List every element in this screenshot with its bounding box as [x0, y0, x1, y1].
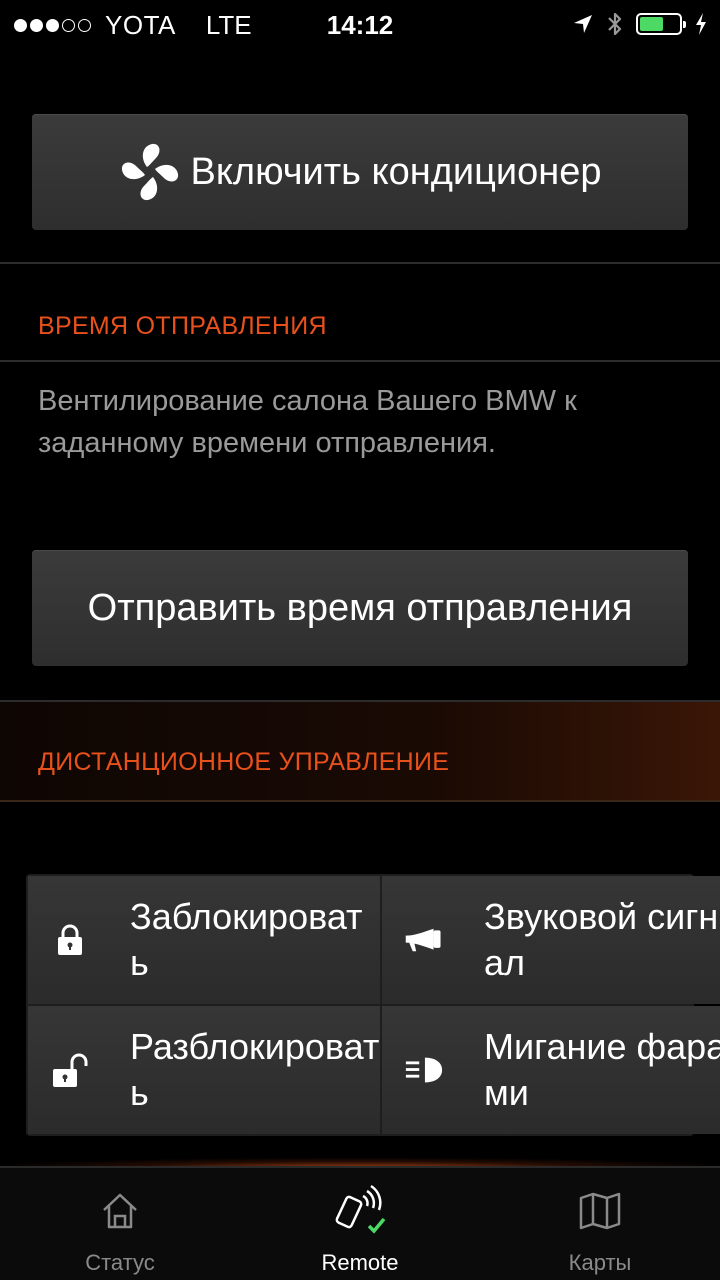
tab-remote-label: Remote: [321, 1250, 399, 1275]
horn-button[interactable]: Звуковой сигнал: [382, 876, 720, 1004]
map-icon: [578, 1188, 622, 1234]
unlock-icon: [50, 1050, 90, 1090]
headlight-flash-icon: [404, 1050, 444, 1090]
status-right: [572, 10, 708, 38]
headlight-flash-button[interactable]: Мигание фарами: [382, 1006, 720, 1134]
remote-actions-grid: Заблокировать Звуковой сигнал Разблокиро…: [26, 874, 720, 1136]
tab-maps-label: Карты: [568, 1250, 632, 1275]
remote-section-title: ДИСТАНЦИОННОЕ УПРАВЛЕНИЕ: [38, 748, 450, 776]
divider: [0, 360, 720, 362]
tab-status[interactable]: Статус: [0, 1166, 240, 1280]
tab-maps[interactable]: Карты: [480, 1166, 720, 1280]
horn-label: Звуковой сигнал: [484, 896, 719, 983]
unlock-label: Разблокировать: [130, 1026, 380, 1113]
remote-screen: YOTA LTE 14:12 Включить кондиционер ВРЕМ…: [0, 0, 720, 1280]
divider: [0, 262, 720, 264]
lock-label: Заблокировать: [130, 896, 363, 983]
check-icon: [367, 1217, 386, 1234]
remote-phone-icon: [333, 1184, 387, 1234]
lock-button[interactable]: Заблокировать: [28, 876, 380, 1004]
send-departure-time-label: Отправить время отправления: [87, 586, 633, 629]
ac-on-button[interactable]: Включить кондиционер: [32, 114, 688, 230]
charging-bolt-icon: [696, 13, 706, 35]
bluetooth-icon: [608, 12, 622, 36]
lock-icon: [50, 920, 90, 960]
location-arrow-icon: [574, 15, 592, 33]
tab-status-label: Статус: [85, 1250, 155, 1275]
ac-on-label: Включить кондиционер: [190, 150, 602, 193]
fan-icon: [121, 143, 178, 201]
battery-icon: [636, 13, 686, 35]
departure-description: Вентилирование салона Вашего BMW к задан…: [38, 385, 577, 459]
send-departure-time-button[interactable]: Отправить время отправления: [32, 550, 688, 666]
status-bar: YOTA LTE 14:12: [0, 0, 720, 48]
home-icon: [100, 1188, 140, 1234]
tab-remote[interactable]: Remote: [240, 1166, 480, 1280]
horn-icon: [404, 920, 444, 960]
unlock-button[interactable]: Разблокировать: [28, 1006, 380, 1134]
headlight-flash-label: Мигание фарами: [484, 1026, 720, 1113]
departure-section-title: ВРЕМЯ ОТПРАВЛЕНИЯ: [38, 312, 327, 340]
battery-fill: [640, 17, 663, 31]
